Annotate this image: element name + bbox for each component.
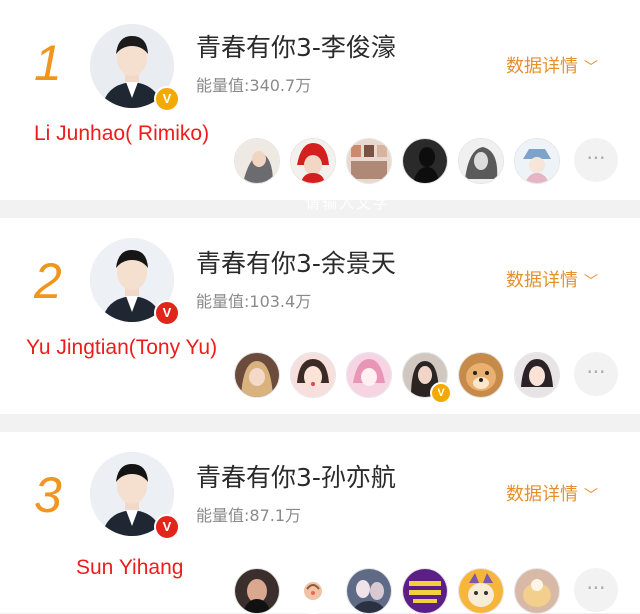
fan-avatar[interactable] <box>234 138 280 184</box>
fan-avatar[interactable] <box>514 138 560 184</box>
data-details-button[interactable]: 数据详情 ﹀ <box>506 52 598 78</box>
watermark-text: 请输入文字 <box>305 194 391 212</box>
more-fans-button[interactable]: ··· <box>574 138 618 182</box>
idol-title[interactable]: 青春有你3-孙亦航 <box>196 458 396 494</box>
energy-value: 能量值:87.1万 <box>196 506 302 525</box>
idol-title[interactable]: 青春有你3-李俊濠 <box>196 28 396 64</box>
fan-avatar[interactable] <box>234 568 280 614</box>
fan-avatar[interactable] <box>458 138 504 184</box>
data-details-button[interactable]: 数据详情 ﹀ <box>506 480 598 506</box>
ranking-card-3[interactable]: 3 V 青春有你3-孙亦航 能量值:87.1万 数据详情 ﹀ Sun Yihang… <box>0 432 640 614</box>
data-details-label: 数据详情 <box>506 484 578 505</box>
english-name-caption: Li Junhao( Rimiko) <box>34 122 210 145</box>
english-name-caption: Sun Yihang <box>76 556 184 579</box>
fan-avatar[interactable] <box>290 568 336 614</box>
fan-avatar[interactable] <box>346 568 392 614</box>
chevron-down-icon: ﹀ <box>584 60 598 76</box>
more-fans-button[interactable]: ··· <box>574 352 618 396</box>
fan-avatar[interactable] <box>290 352 336 398</box>
fan-avatar[interactable] <box>234 352 280 398</box>
fan-avatar[interactable] <box>514 568 560 614</box>
fan-avatar[interactable] <box>346 138 392 184</box>
english-name-caption: Yu Jingtian(Tony Yu) <box>26 336 218 359</box>
data-details-label: 数据详情 <box>506 270 578 291</box>
fan-verified-badge: V <box>430 382 452 404</box>
fan-avatar[interactable] <box>402 138 448 184</box>
fan-avatar[interactable] <box>402 568 448 614</box>
verified-badge: V <box>154 514 180 540</box>
more-fans-button[interactable]: ··· <box>574 568 618 612</box>
ranking-card-2[interactable]: 2 V 青春有你3-余景天 能量值:103.4万 数据详情 ﹀ Yu Jingti… <box>0 218 640 414</box>
verified-badge: V <box>154 86 180 112</box>
idol-title[interactable]: 青春有你3-余景天 <box>196 244 396 280</box>
fan-avatar[interactable] <box>458 352 504 398</box>
rank-number: 2 <box>34 253 62 309</box>
verified-badge: V <box>154 300 180 326</box>
rank-number: 1 <box>34 35 62 91</box>
energy-value: 能量值:103.4万 <box>196 292 312 311</box>
fan-avatar[interactable] <box>458 568 504 614</box>
energy-value: 能量值:340.7万 <box>196 76 312 95</box>
chevron-down-icon: ﹀ <box>584 274 598 290</box>
rank-number: 3 <box>34 467 62 523</box>
fan-avatar[interactable] <box>290 138 336 184</box>
fan-avatar[interactable] <box>514 352 560 398</box>
data-details-button[interactable]: 数据详情 ﹀ <box>506 266 598 292</box>
chevron-down-icon: ﹀ <box>584 488 598 504</box>
ranking-card-1[interactable]: 1 V 青春有你3-李俊濠 能量值:340.7万 数据详情 ﹀ Li Junhao… <box>0 0 640 200</box>
data-details-label: 数据详情 <box>506 56 578 77</box>
fan-avatar[interactable] <box>346 352 392 398</box>
